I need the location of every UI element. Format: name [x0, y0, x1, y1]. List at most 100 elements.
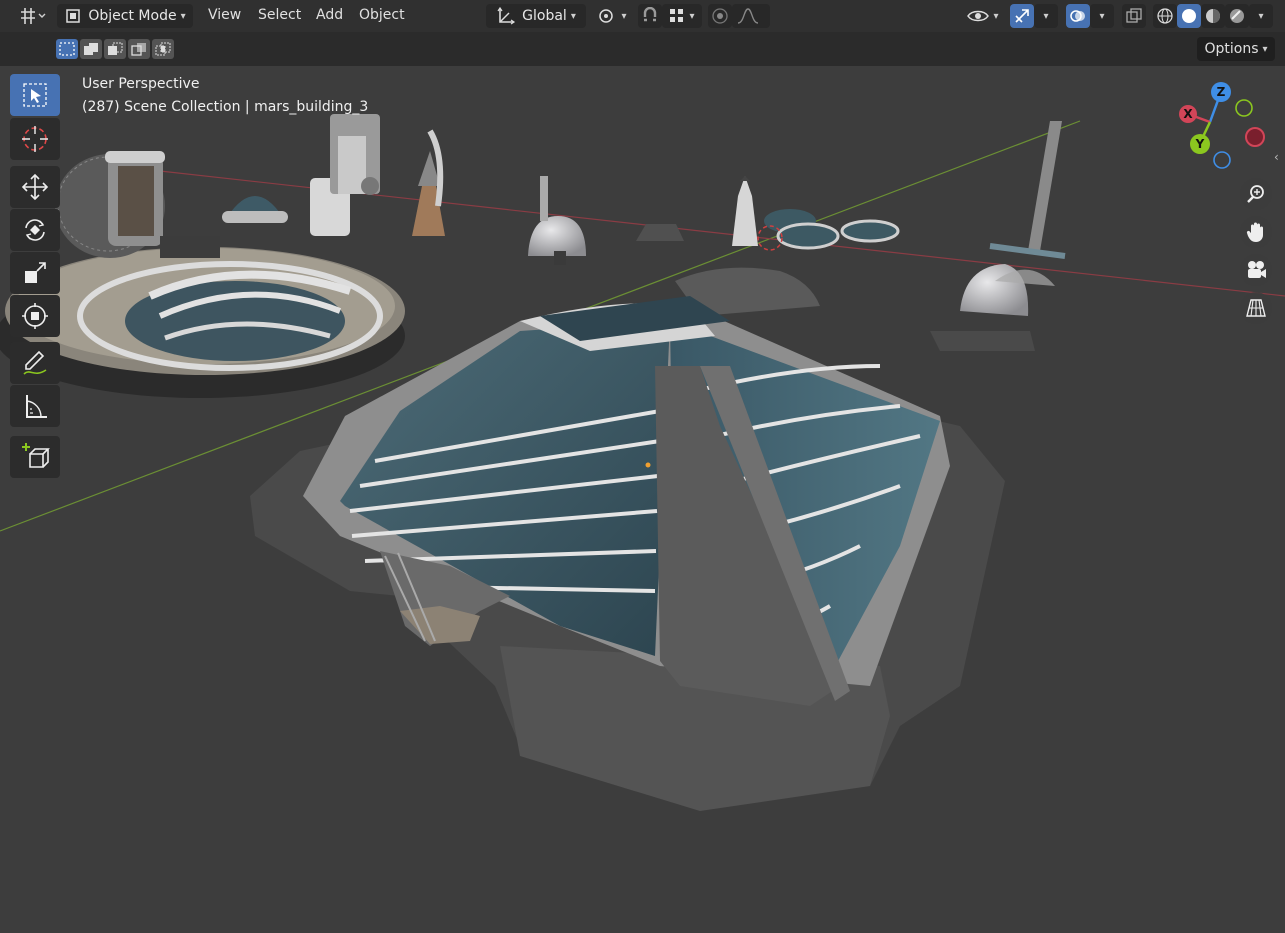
- menu-object[interactable]: Object: [359, 7, 405, 23]
- rendered-shading-icon: [1230, 9, 1244, 23]
- tool-measure[interactable]: [10, 385, 60, 427]
- chevron-down-icon: ▾: [1043, 10, 1049, 22]
- falloff-curve-icon: [737, 8, 759, 24]
- camera-view-button[interactable]: [1240, 254, 1272, 286]
- rendered-shading-button[interactable]: [1225, 4, 1249, 28]
- view-name: User Perspective: [82, 76, 200, 92]
- pivot-dropdown[interactable]: ▾: [592, 4, 632, 28]
- options-label: Options: [1204, 41, 1259, 57]
- transform-orientation-icon: [497, 6, 516, 25]
- select-new-icon: [59, 42, 75, 56]
- object-mode-icon: [66, 9, 81, 23]
- chevron-down-icon: ▾: [1258, 10, 1264, 22]
- tool-annotate[interactable]: [10, 342, 60, 384]
- eye-icon: [967, 10, 990, 22]
- grid-editor-icon: [21, 8, 46, 24]
- solid-shading-button[interactable]: [1177, 4, 1201, 28]
- annotate-icon: [23, 350, 47, 375]
- move-icon: [21, 173, 49, 201]
- zoom-button[interactable]: [1240, 178, 1272, 210]
- select-mode-subtract[interactable]: [104, 39, 126, 59]
- orientation-dropdown[interactable]: Global ▾: [486, 4, 586, 28]
- material-shading-button[interactable]: [1201, 4, 1225, 28]
- viewport-header: Object Mode ▾ View Select Add Object Glo…: [0, 0, 1285, 32]
- 3d-viewport[interactable]: User Perspective (287) Scene Collection …: [0, 66, 1285, 933]
- ortho-toggle-button[interactable]: [1240, 292, 1272, 324]
- menu-view[interactable]: View: [208, 7, 241, 23]
- scale-icon: [25, 262, 46, 283]
- orientation-label: Global: [522, 8, 567, 24]
- menu-select[interactable]: Select: [258, 7, 301, 23]
- overlays-toggle[interactable]: [1066, 4, 1090, 28]
- add-cube-icon: [22, 443, 50, 468]
- scene-render: [0, 114, 1285, 811]
- shading-options-dropdown[interactable]: ▾: [1249, 4, 1273, 28]
- select-mode-new[interactable]: [56, 39, 78, 59]
- gizmo-y-axis[interactable]: Y: [1190, 134, 1210, 154]
- proportional-edit-toggle[interactable]: [708, 4, 732, 28]
- chevron-down-icon: ▾: [1262, 43, 1268, 55]
- select-intersect-icon: [155, 42, 171, 56]
- collection-info: (287) Scene Collection | mars_building_3: [82, 99, 369, 115]
- cursor-icon: [22, 126, 48, 152]
- tool-cursor[interactable]: [10, 118, 60, 160]
- chevron-down-icon: ▾: [1099, 10, 1105, 22]
- wireframe-shading-icon: [1157, 8, 1173, 24]
- wireframe-shading-button[interactable]: [1153, 4, 1177, 28]
- snap-grid-icon: [670, 9, 684, 22]
- gizmo-toggle-icon: [1015, 9, 1029, 23]
- material-shading-icon: [1206, 9, 1220, 23]
- chevron-down-icon: ▾: [180, 10, 186, 22]
- chevron-down-icon: ▾: [689, 10, 695, 22]
- chevron-left-icon[interactable]: ‹: [1274, 150, 1279, 164]
- select-subtract-icon: [108, 42, 123, 55]
- xray-icon: [1126, 8, 1142, 23]
- tool-transform[interactable]: [10, 295, 60, 337]
- overlays-icon: [1070, 10, 1085, 22]
- falloff-dropdown[interactable]: [732, 4, 770, 28]
- proportional-edit-icon: [712, 8, 728, 24]
- mode-dropdown[interactable]: Object Mode ▾: [57, 4, 193, 28]
- visibility-dropdown[interactable]: ▾: [963, 4, 1003, 28]
- snap-target-dropdown[interactable]: ▾: [662, 4, 702, 28]
- camera-icon: [1248, 261, 1266, 278]
- select-difference-icon: [131, 43, 146, 56]
- xray-toggle[interactable]: [1122, 4, 1146, 28]
- mode-label: Object Mode: [88, 8, 177, 24]
- pan-button[interactable]: [1240, 216, 1272, 248]
- select-mode-extend[interactable]: [80, 39, 102, 59]
- object-origin: [645, 462, 651, 468]
- magnet-icon: [643, 7, 657, 22]
- chevron-down-icon: ▾: [621, 10, 627, 22]
- tool-rotate[interactable]: [10, 209, 60, 251]
- select-mode-difference[interactable]: [128, 39, 150, 59]
- tool-move[interactable]: [10, 166, 60, 208]
- solid-shading-icon: [1182, 9, 1196, 23]
- zoom-icon: [1247, 185, 1264, 203]
- chevron-down-icon: ▾: [993, 10, 999, 22]
- gizmo-z-axis[interactable]: Z: [1211, 82, 1231, 102]
- gizmo-dropdown[interactable]: ▾: [1034, 4, 1058, 28]
- snap-toggle[interactable]: [638, 4, 662, 28]
- overlays-dropdown[interactable]: ▾: [1090, 4, 1114, 28]
- chevron-down-icon: ▾: [570, 10, 576, 22]
- gizmo-toggle[interactable]: [1010, 4, 1034, 28]
- select-box-icon: [23, 83, 47, 107]
- select-extend-icon: [84, 43, 98, 55]
- ortho-grid-icon: [1246, 299, 1266, 317]
- tool-add-cube[interactable]: [10, 436, 60, 478]
- rotate-icon: [25, 219, 45, 241]
- navigation-gizmo[interactable]: Z X Y: [1170, 80, 1270, 170]
- pivot-link-icon: [599, 9, 614, 23]
- editor-type-button[interactable]: [14, 4, 50, 28]
- measure-icon: [26, 395, 47, 418]
- tool-settings-bar: [0, 32, 1285, 66]
- menu-add[interactable]: Add: [316, 7, 343, 23]
- pan-hand-icon: [1246, 222, 1263, 242]
- select-mode-intersect[interactable]: [152, 39, 174, 59]
- gizmo-x-axis[interactable]: X: [1179, 105, 1197, 123]
- options-dropdown[interactable]: Options ▾: [1197, 37, 1275, 61]
- tool-scale[interactable]: [10, 252, 60, 294]
- transform-icon: [22, 303, 48, 329]
- tool-select-box[interactable]: [10, 74, 60, 116]
